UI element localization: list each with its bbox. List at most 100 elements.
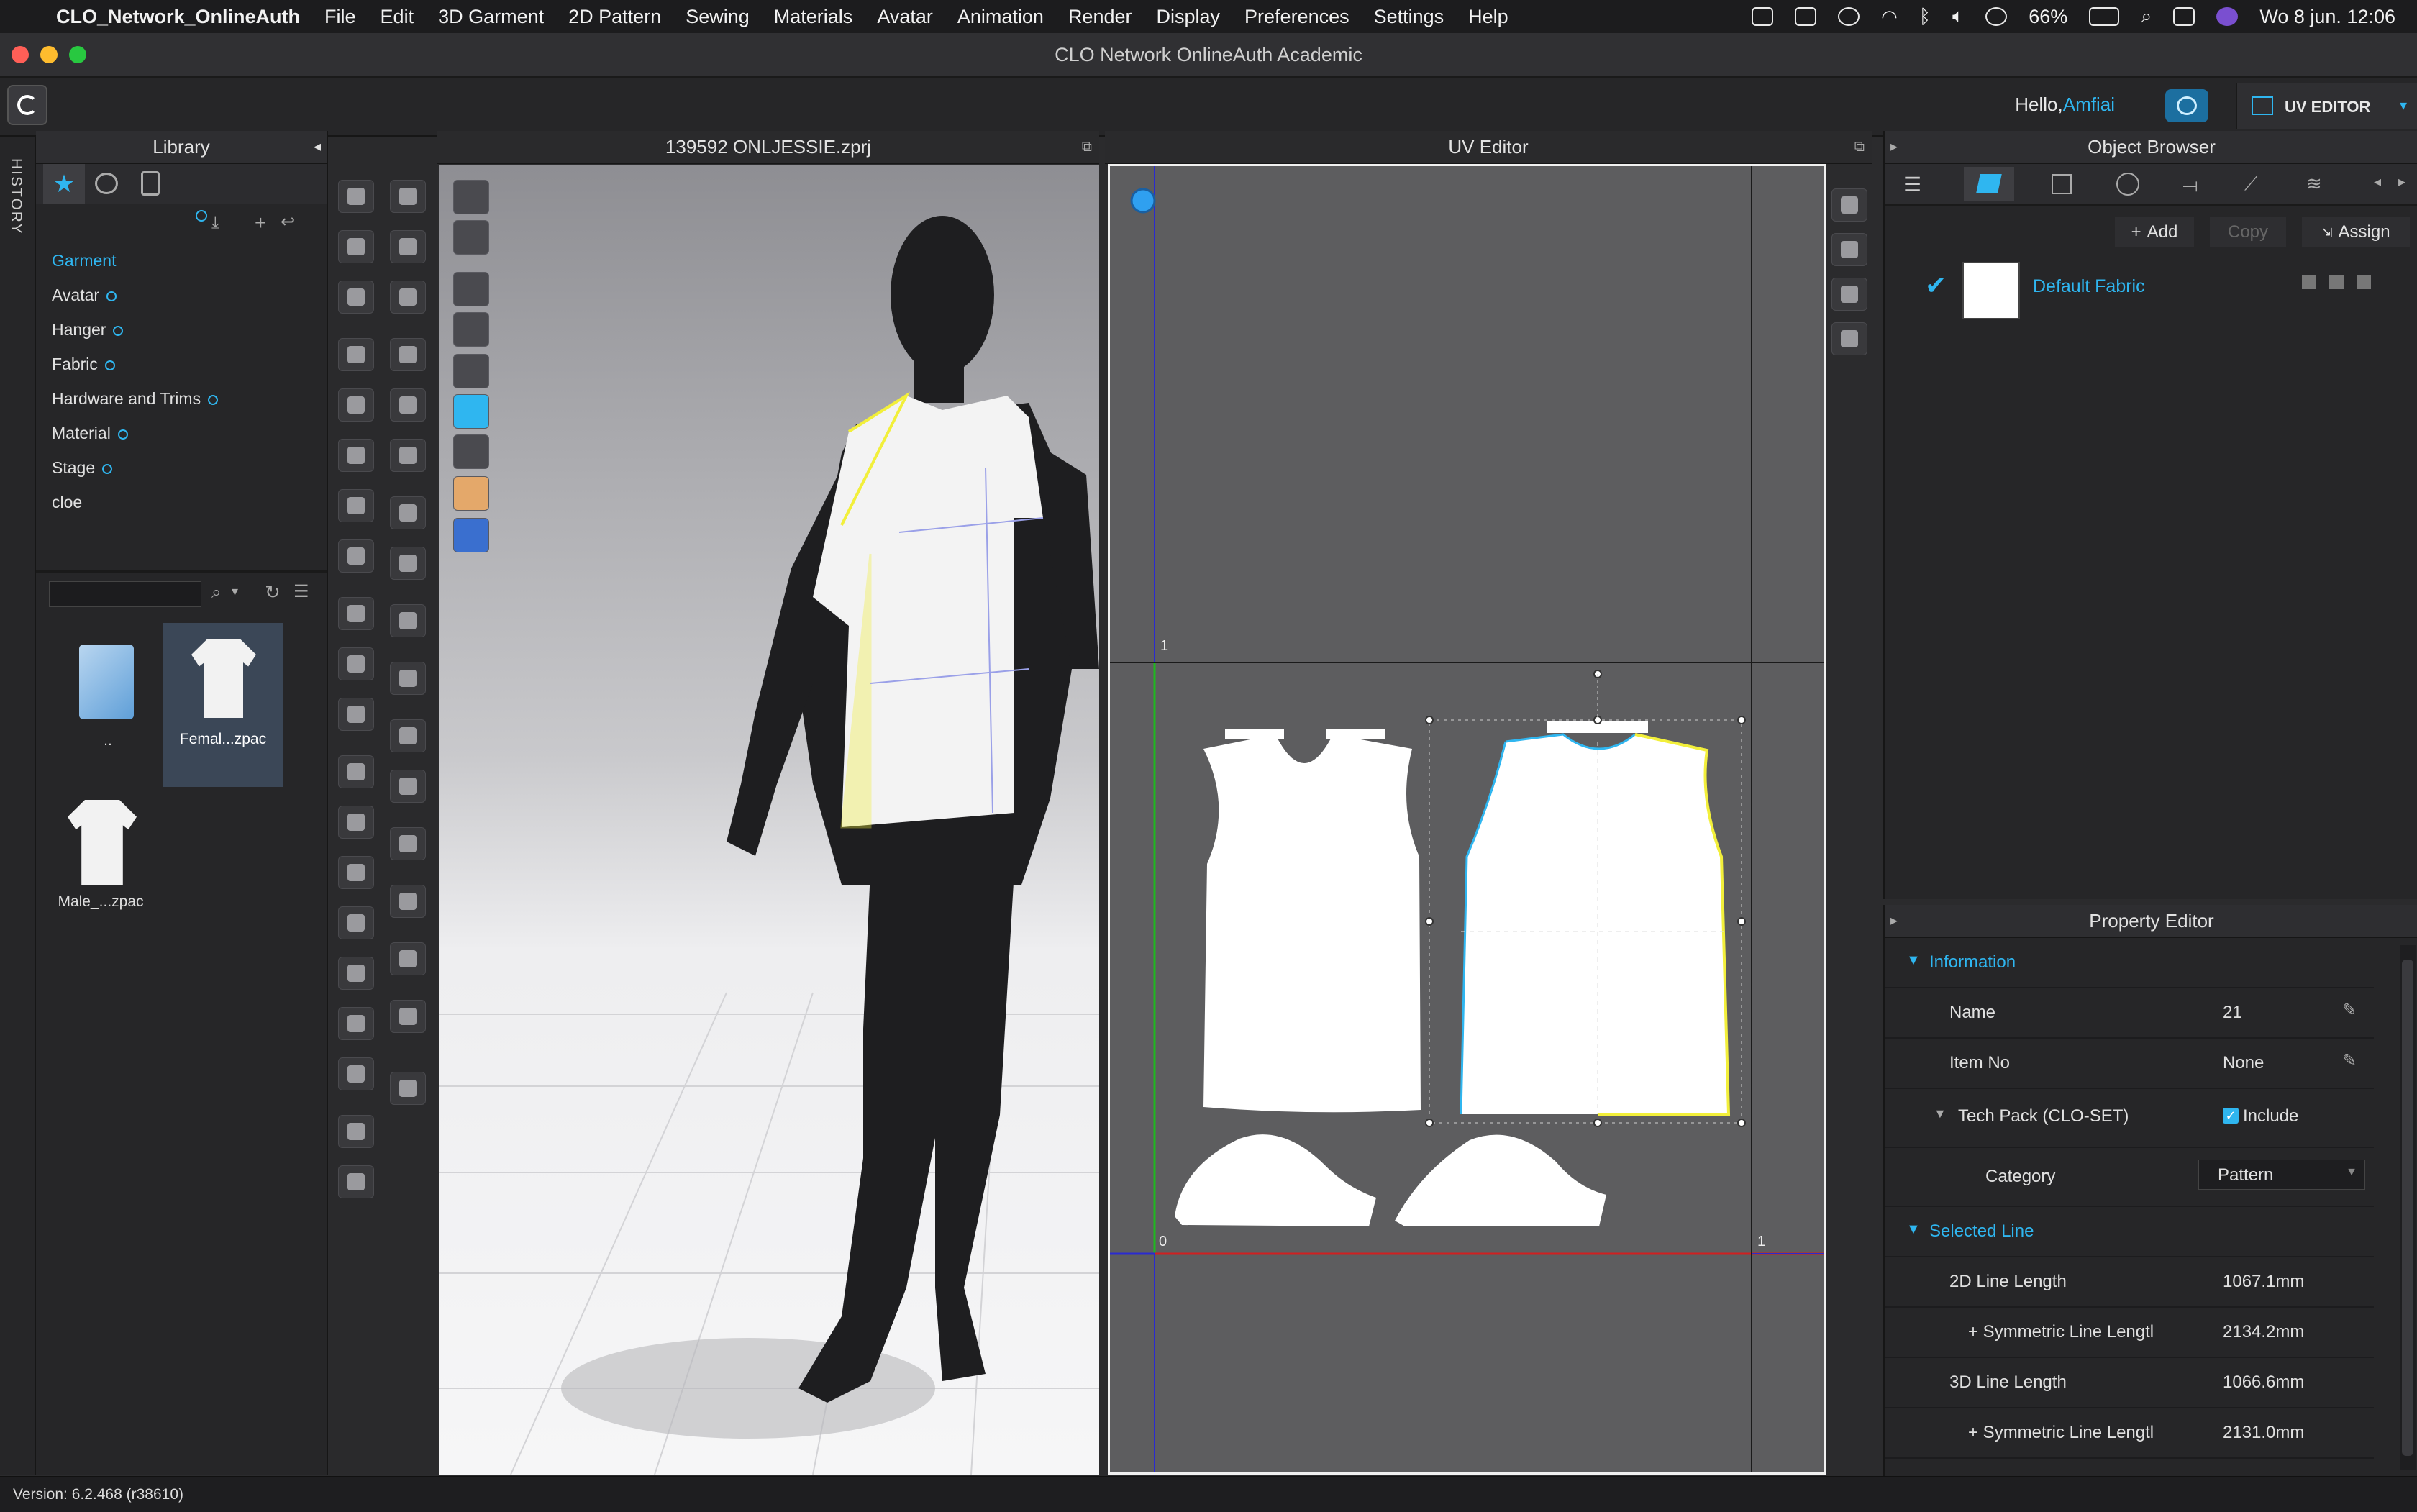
menu-edit[interactable]: Edit — [368, 6, 427, 28]
include-checkbox[interactable]: ✓ — [2223, 1108, 2239, 1124]
tool-22[interactable] — [390, 230, 426, 263]
tool-25[interactable] — [390, 388, 426, 422]
section-selected-line[interactable]: ▼ Selected Line — [1885, 1207, 2374, 1257]
expand-arrow-icon[interactable]: ▸ — [1890, 131, 1898, 163]
assign-button[interactable]: ⇲ Assign — [2302, 217, 2410, 247]
menu-sewing[interactable]: Sewing — [673, 6, 762, 28]
popout-icon[interactable]: ⧉ — [1082, 131, 1092, 163]
download-icon[interactable]: ⤓ — [211, 213, 219, 233]
bluetooth-icon[interactable]: ᛒ — [1919, 6, 1931, 28]
tool-13[interactable] — [338, 806, 374, 839]
list-view-icon[interactable]: ☰ — [293, 581, 309, 602]
bag-tab-icon[interactable] — [141, 171, 160, 196]
tool-37[interactable] — [390, 1072, 426, 1105]
tool-34[interactable] — [390, 885, 426, 918]
view-tool-2[interactable] — [453, 220, 489, 255]
tool-21[interactable] — [390, 180, 426, 213]
siri-icon[interactable] — [2216, 7, 2239, 26]
tool-15[interactable] — [338, 906, 374, 939]
library-item-hardware[interactable]: Hardware and Trims — [36, 381, 327, 416]
view-tool-1[interactable] — [453, 180, 489, 214]
tool-33[interactable] — [390, 827, 426, 860]
close-window-button[interactable] — [12, 46, 29, 63]
library-item-fabric[interactable]: Fabric — [36, 347, 327, 381]
menu-display[interactable]: Display — [1144, 6, 1233, 28]
uv-sphere-icon[interactable] — [1130, 188, 1156, 214]
cloud-tab-icon[interactable] — [95, 173, 118, 194]
view-tool-3[interactable] — [453, 272, 489, 306]
edit-pencil-icon[interactable]: ✎ — [2342, 1000, 2357, 1021]
view-tool-6-active[interactable] — [453, 394, 489, 429]
search-icon[interactable]: ⌕ — [211, 583, 221, 603]
library-item-garment[interactable]: Garment — [36, 243, 327, 278]
checkmark-icon[interactable]: ✔ — [1925, 270, 1947, 301]
itemno-field[interactable]: None — [2223, 1053, 2264, 1073]
tool-29[interactable] — [390, 604, 426, 637]
file-item-male[interactable]: Male_...zpac — [50, 793, 151, 937]
uv-tool-2[interactable] — [1831, 233, 1867, 266]
fabric-action-icon-3[interactable] — [2357, 275, 2371, 289]
history-tab[interactable]: HISTORY — [7, 158, 24, 235]
globe-icon[interactable] — [453, 518, 489, 552]
library-item-avatar[interactable]: Avatar — [36, 278, 327, 312]
favorites-star-icon[interactable]: ★ — [43, 164, 85, 204]
tool-2[interactable] — [338, 230, 374, 263]
expand-arrow-icon[interactable]: ▸ — [1890, 905, 1898, 937]
tool-7[interactable] — [338, 489, 374, 522]
menu-3d-garment[interactable]: 3D Garment — [426, 6, 556, 28]
splitter[interactable] — [36, 570, 327, 573]
tool-28[interactable] — [390, 547, 426, 580]
back-arrow-icon[interactable]: ↩ — [281, 211, 295, 232]
battery-icon[interactable] — [2089, 7, 2120, 26]
menu-settings[interactable]: Settings — [1362, 6, 1457, 28]
library-item-hanger[interactable]: Hanger — [36, 312, 327, 347]
tool-23[interactable] — [390, 281, 426, 314]
texture-icon[interactable] — [2052, 174, 2072, 194]
fabric-tab-active[interactable] — [1964, 167, 2014, 201]
buttonhole-icon[interactable]: ⟞ — [2182, 174, 2198, 197]
menu-help[interactable]: Help — [1456, 6, 1521, 28]
menu-materials[interactable]: Materials — [762, 6, 865, 28]
view-tool-7[interactable] — [453, 434, 489, 469]
tool-32[interactable] — [390, 770, 426, 803]
clo-logo-icon[interactable] — [7, 85, 47, 125]
view-tool-5[interactable] — [453, 354, 489, 388]
tool-20[interactable] — [338, 1165, 374, 1198]
zipper-icon[interactable]: ≋ — [2306, 173, 2322, 195]
copy-button[interactable]: Copy — [2210, 217, 2286, 247]
menu-animation[interactable]: Animation — [945, 6, 1056, 28]
menu-2d-pattern[interactable]: 2D Pattern — [556, 6, 673, 28]
fabric-action-icon-2[interactable] — [2329, 275, 2344, 289]
tool-30[interactable] — [390, 662, 426, 695]
button-icon[interactable] — [2116, 173, 2139, 196]
menu-render[interactable]: Render — [1056, 6, 1144, 28]
edit-pencil-icon[interactable]: ✎ — [2342, 1050, 2357, 1071]
tool-1[interactable] — [338, 180, 374, 213]
zoom-window-button[interactable] — [69, 46, 86, 63]
uv-tool-3[interactable] — [1831, 278, 1867, 311]
uv-pattern-pieces[interactable] — [1175, 721, 1729, 1226]
avatar-visibility-icon[interactable] — [453, 476, 489, 511]
tool-5[interactable] — [338, 388, 374, 422]
uv-tool-4[interactable] — [1831, 322, 1867, 355]
fabric-action-icon-1[interactable] — [2302, 275, 2316, 289]
tool-18[interactable] — [338, 1057, 374, 1090]
tool-9[interactable] — [338, 597, 374, 630]
add-button[interactable]: + Add — [2115, 217, 2194, 247]
add-icon[interactable]: + — [255, 211, 266, 234]
tool-11[interactable] — [338, 698, 374, 731]
chevron-down-icon[interactable]: ▾ — [2400, 96, 2407, 114]
tool-19[interactable] — [338, 1115, 374, 1148]
view-tool-4[interactable] — [453, 312, 489, 347]
fabric-list-item[interactable]: ✔ Default Fabric — [1885, 256, 2417, 321]
status-icon-1[interactable] — [1752, 7, 1774, 26]
name-field[interactable]: 21 — [2223, 1003, 2242, 1023]
list-icon[interactable]: ☰ — [1903, 173, 1921, 196]
3d-canvas[interactable] — [439, 165, 1099, 1475]
menu-preferences[interactable]: Preferences — [1232, 6, 1362, 28]
wifi-icon[interactable]: ◠ — [1881, 6, 1898, 28]
tool-10[interactable] — [338, 647, 374, 680]
category-select[interactable]: Pattern ▼ — [2198, 1160, 2365, 1190]
tool-16[interactable] — [338, 957, 374, 990]
topstitch-icon[interactable]: ⟋ — [2244, 173, 2257, 196]
